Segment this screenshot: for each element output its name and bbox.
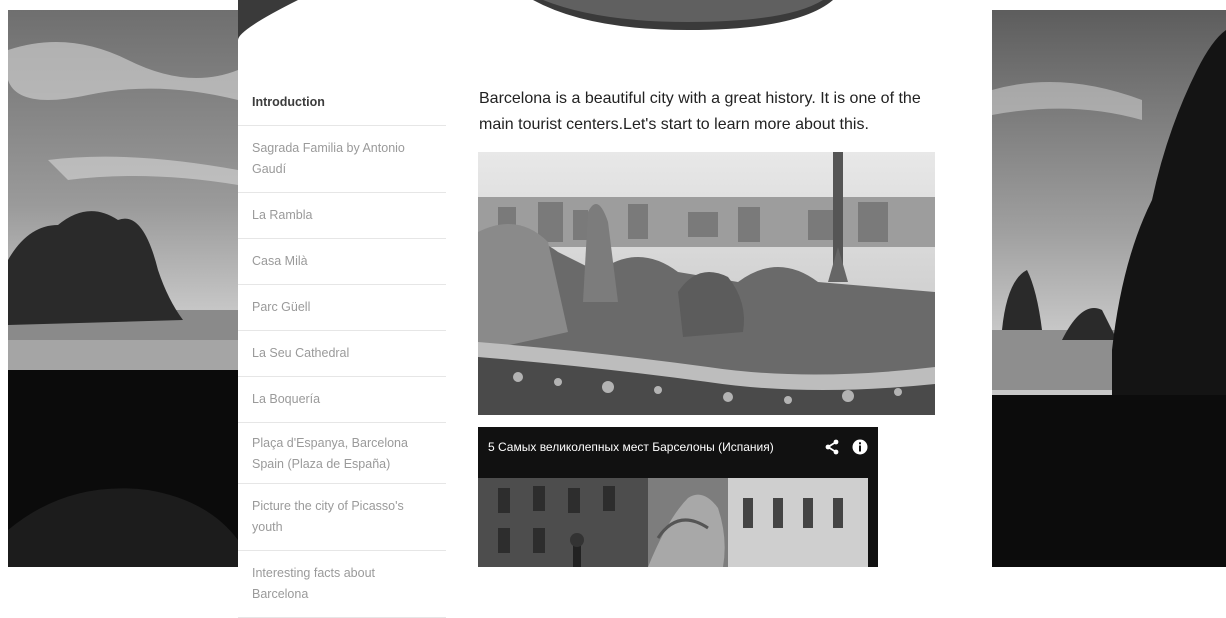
sidebar-item-casa-mila[interactable]: Casa Milà [238, 239, 446, 285]
share-icon[interactable] [824, 439, 840, 455]
header-decoration [238, 0, 833, 40]
content-area: Introduction Sagrada Familia by Antonio … [238, 0, 992, 618]
video-controls [824, 439, 868, 455]
video-player[interactable]: 5 Самых великолепных мест Барселоны (Исп… [478, 427, 878, 567]
video-thumbnail[interactable] [478, 478, 868, 567]
sidebar-item-la-rambla[interactable]: La Rambla [238, 193, 446, 239]
info-icon[interactable] [852, 439, 868, 455]
intro-paragraph: Barcelona is a beautiful city with a gre… [479, 90, 921, 133]
page: Introduction Sagrada Familia by Antonio … [0, 0, 1226, 618]
video-header: 5 Самых великолепных мест Барселоны (Исп… [478, 427, 878, 467]
park-guell-photo [478, 152, 935, 415]
sidebar-item-la-boqueria[interactable]: La Boquería [238, 377, 446, 423]
sidebar-item-la-seu-cathedral[interactable]: La Seu Cathedral [238, 331, 446, 377]
background-photo-right [992, 10, 1226, 567]
background-photo-left [8, 10, 238, 567]
sidebar-item-picasso-youth[interactable]: Picture the city of Picasso's youth [238, 484, 446, 551]
sidebar-item-introduction[interactable]: Introduction [238, 80, 446, 126]
sidebar-item-parc-guell[interactable]: Parc Güell [238, 285, 446, 331]
sidebar-item-sagrada-familia[interactable]: Sagrada Familia by Antonio Gaudí [238, 126, 446, 193]
sidebar-nav: Introduction Sagrada Familia by Antonio … [238, 80, 446, 618]
video-title[interactable]: 5 Самых великолепных мест Барселоны (Исп… [488, 440, 824, 454]
sidebar-item-placa-espanya[interactable]: Plaça d'Espanya, Barcelona Spain (Plaza … [238, 423, 446, 484]
sidebar-item-interesting-facts[interactable]: Interesting facts about Barcelona [238, 551, 446, 618]
